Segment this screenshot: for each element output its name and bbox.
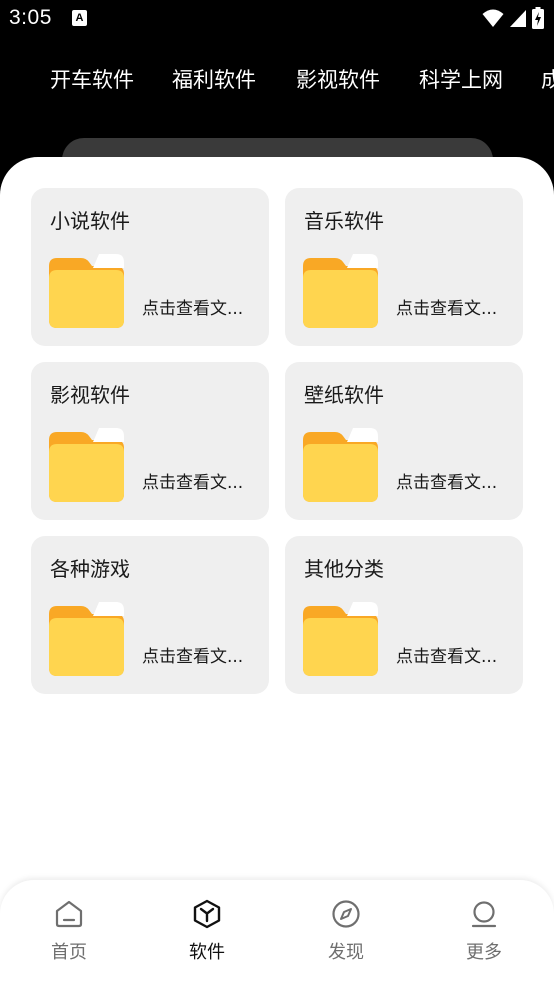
card-hint: 点击查看文... <box>396 647 498 667</box>
battery-charging-icon <box>532 7 544 29</box>
card-hint: 点击查看文... <box>142 299 244 319</box>
nav-label: 软件 <box>189 942 225 963</box>
folder-icon <box>49 254 124 328</box>
card-title: 各种游戏 <box>50 557 130 581</box>
nav-software[interactable]: 软件 <box>167 898 247 964</box>
category-card-novel[interactable]: 小说软件 点击查看文... <box>31 188 269 346</box>
card-hint: 点击查看文... <box>396 473 498 493</box>
card-title: 其他分类 <box>304 557 384 581</box>
card-hint: 点击查看文... <box>142 647 244 667</box>
category-card-games[interactable]: 各种游戏 点击查看文... <box>31 536 269 694</box>
nav-label: 首页 <box>51 942 87 963</box>
category-tabs: 开车软件 福利软件 影视软件 科学上网 成 <box>0 58 554 102</box>
folder-icon <box>49 428 124 502</box>
card-title: 壁纸软件 <box>304 383 384 407</box>
folder-icon <box>303 254 378 328</box>
compass-icon <box>332 900 360 928</box>
nav-more[interactable]: 更多 <box>444 898 524 964</box>
card-title: 音乐软件 <box>304 209 384 233</box>
tab-fuli[interactable]: 福利软件 <box>172 66 256 94</box>
tab-kexue[interactable]: 科学上网 <box>419 66 503 94</box>
home-icon <box>55 900 83 928</box>
category-card-music[interactable]: 音乐软件 点击查看文... <box>285 188 523 346</box>
card-hint: 点击查看文... <box>142 473 244 493</box>
nav-label: 发现 <box>328 942 364 963</box>
folder-icon <box>303 428 378 502</box>
card-title: 小说软件 <box>50 209 130 233</box>
tab-cheng[interactable]: 成 <box>541 66 554 94</box>
a-letter-icon: A <box>72 10 87 26</box>
category-card-other[interactable]: 其他分类 点击查看文... <box>285 536 523 694</box>
category-card-wallpaper[interactable]: 壁纸软件 点击查看文... <box>285 362 523 520</box>
nav-label: 更多 <box>466 942 502 963</box>
nav-discover[interactable]: 发现 <box>306 898 386 964</box>
card-title: 影视软件 <box>50 383 130 407</box>
status-time: 3:05 <box>9 6 52 29</box>
folder-icon <box>303 602 378 676</box>
cube-icon <box>193 899 221 929</box>
wifi-icon <box>482 9 504 27</box>
category-card-video[interactable]: 影视软件 点击查看文... <box>31 362 269 520</box>
card-hint: 点击查看文... <box>396 299 498 319</box>
tab-kaiche[interactable]: 开车软件 <box>50 66 134 94</box>
cell-signal-icon <box>510 10 526 27</box>
bottom-navigation: 首页 软件 发现 更多 <box>0 880 554 985</box>
folder-icon <box>49 602 124 676</box>
tab-yingshi[interactable]: 影视软件 <box>296 66 380 94</box>
status-icons <box>482 7 544 29</box>
person-icon <box>471 901 497 928</box>
category-sheet: 小说软件 点击查看文... 音乐软件 点击查看文... 影视软件 点击查看文..… <box>0 157 554 985</box>
nav-home[interactable]: 首页 <box>29 898 109 964</box>
status-bar: 3:05 A <box>0 0 554 38</box>
